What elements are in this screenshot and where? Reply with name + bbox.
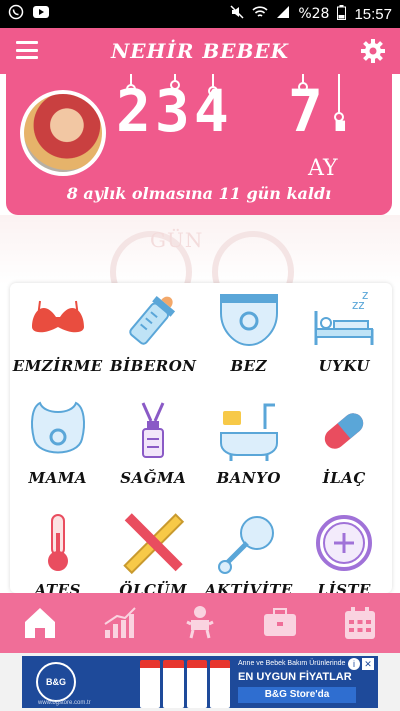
rattle-icon — [217, 516, 274, 574]
ruler-pencil-icon — [123, 513, 185, 575]
ad-product-images — [140, 660, 230, 708]
add-circle-icon — [316, 515, 373, 571]
grid-item-sagma[interactable]: SAĞMA — [106, 397, 202, 509]
briefcase-icon — [264, 608, 296, 636]
grid-item-label: ATEŞ — [34, 581, 81, 593]
diaper-icon — [219, 294, 278, 347]
grid-item-ates[interactable]: ATEŞ — [10, 509, 106, 593]
grid-item-aktivite[interactable]: AKTİVİTE — [201, 509, 297, 593]
gear-icon[interactable] — [360, 38, 386, 64]
ad-line-2: EN UYGUN FİYATLAR — [238, 671, 352, 683]
age-card: 234 7. AY 8 aylık olmasına 11 gün kaldı — [6, 74, 392, 215]
grid-item-biberon[interactable]: BİBERON — [106, 285, 202, 397]
app-bar: NEHİR BEBEK — [0, 28, 400, 74]
ad-info-icon[interactable]: i — [348, 658, 360, 670]
clock: 15:57 — [354, 5, 392, 23]
grid-item-label: BİBERON — [109, 357, 197, 375]
grid-item-label: SAĞMA — [120, 469, 187, 487]
grid-item-olcum[interactable]: ÖLÇÜM — [106, 509, 202, 593]
nav-calendar[interactable] — [330, 598, 390, 648]
grid-item-uyku[interactable]: zz z UYKU — [297, 285, 393, 397]
ad-brand-logo: B&G — [36, 662, 76, 702]
grid-item-banyo[interactable]: BANYO — [201, 397, 297, 509]
app-title: NEHİR BEBEK — [110, 39, 290, 63]
chart-icon — [104, 607, 136, 638]
whatsapp-icon — [8, 4, 24, 24]
grid-item-label: UYKU — [318, 357, 370, 375]
months-counter: 7. — [288, 77, 358, 145]
mute-icon — [230, 5, 244, 23]
battery-percent: %28 — [298, 6, 330, 22]
status-bar: %28 15:57 — [0, 0, 400, 28]
grid-item-label: MAMA — [28, 469, 87, 487]
calendar-icon — [345, 607, 375, 639]
signal-icon — [276, 5, 290, 23]
nav-stats[interactable] — [90, 598, 150, 648]
baby-icon — [186, 606, 214, 639]
months-unit: AY — [308, 156, 338, 181]
sleep-bed-icon: zz z — [314, 288, 374, 345]
pill-icon — [325, 413, 364, 449]
wifi-icon — [252, 5, 268, 23]
battery-icon — [337, 4, 347, 24]
grid-item-mama[interactable]: MAMA — [10, 397, 106, 509]
bra-icon — [31, 300, 84, 333]
youtube-icon — [32, 5, 50, 23]
bottom-navigation — [0, 593, 400, 653]
grid-item-label: EMZİRME — [12, 357, 103, 375]
home-icon — [25, 608, 55, 638]
grid-item-label: İLAÇ — [322, 469, 366, 487]
grid-item-bez[interactable]: BEZ — [201, 285, 297, 397]
baby-avatar[interactable] — [20, 90, 106, 176]
grid-item-label: ÖLÇÜM — [119, 581, 188, 593]
nav-baby[interactable] — [170, 598, 230, 648]
bathtub-icon — [219, 403, 278, 461]
ad-close-icon[interactable]: ✕ — [362, 658, 374, 670]
ad-brand-url: www.bgstore.com.tr — [38, 700, 91, 706]
grid-item-label: LİSTE — [317, 581, 371, 593]
bib-icon — [30, 401, 85, 454]
thermometer-icon — [47, 514, 68, 571]
menu-icon[interactable] — [16, 41, 38, 59]
grid-item-emzirme[interactable]: EMZİRME — [10, 285, 106, 397]
days-counter: 234 — [116, 77, 233, 145]
days-unit: GÜN — [150, 228, 204, 252]
activity-grid: EMZİRME BİBERON BEZ zz z UYKU MAMA SAĞMA… — [10, 283, 392, 593]
grid-item-label: BANYO — [216, 469, 281, 487]
nav-home[interactable] — [10, 598, 70, 648]
breast-pump-icon — [141, 402, 165, 458]
baby-bottle-icon — [129, 295, 176, 345]
nav-bag[interactable] — [250, 598, 310, 648]
ad-line-1: Anne ve Bebek Bakım Ürünlerinde — [238, 660, 346, 667]
ad-banner[interactable]: B&G www.bgstore.com.tr Anne ve Bebek Bak… — [0, 653, 400, 711]
grid-item-label: BEZ — [230, 357, 268, 375]
grid-item-ilac[interactable]: İLAÇ — [297, 397, 393, 509]
ad-content[interactable]: B&G www.bgstore.com.tr Anne ve Bebek Bak… — [22, 656, 378, 708]
grid-item-label: AKTİVİTE — [204, 581, 293, 593]
svg-text:z: z — [362, 288, 368, 302]
ad-line-3: B&G Store'da — [238, 687, 356, 703]
countdown-text: 8 aylık olmasına 11 gün kaldı — [66, 184, 332, 203]
grid-item-liste[interactable]: LİSTE — [297, 509, 393, 593]
